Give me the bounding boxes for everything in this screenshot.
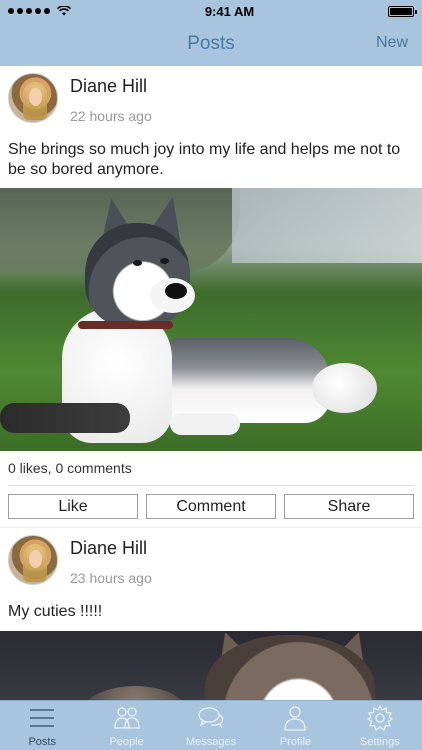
post-text: She brings so much joy into my life and …: [8, 141, 401, 178]
wifi-icon: [57, 6, 71, 16]
post-photo-husky[interactable]: [0, 188, 422, 451]
tab-bar: Posts People Messages Profile Settings: [0, 700, 422, 750]
new-post-button[interactable]: New: [376, 34, 408, 52]
author-name[interactable]: Diane Hill: [70, 76, 147, 97]
author-name[interactable]: Diane Hill: [70, 538, 147, 559]
tab-messages[interactable]: Messages: [169, 701, 253, 750]
post-stats: 0 likes, 0 comments: [8, 460, 132, 476]
post-photo-puppies[interactable]: [0, 631, 422, 700]
page-title: Posts: [187, 33, 235, 54]
post-actions: Like Comment Share: [0, 486, 422, 527]
post-header: Diane Hill 23 hours ago: [0, 528, 422, 594]
tab-label: Settings: [359, 736, 400, 748]
list-icon: [30, 709, 55, 727]
tab-label: Profile: [279, 736, 312, 748]
chat-bubbles-icon: [198, 707, 224, 729]
status-time: 9:41 AM: [204, 3, 255, 19]
gear-icon: [367, 705, 393, 731]
posts-feed[interactable]: Diane Hill 22 hours ago She brings so mu…: [0, 66, 422, 700]
person-icon: [284, 706, 307, 731]
comment-button[interactable]: Comment: [146, 494, 276, 519]
share-button[interactable]: Share: [284, 494, 414, 519]
tab-profile[interactable]: Profile: [253, 701, 337, 750]
tab-posts[interactable]: Posts: [0, 701, 84, 750]
post-timestamp: 23 hours ago: [70, 570, 152, 586]
avatar[interactable]: [8, 535, 58, 585]
status-bar: 9:41 AM: [0, 0, 422, 22]
post-timestamp: 22 hours ago: [70, 108, 152, 124]
navigation-bar: Posts New: [0, 22, 422, 66]
people-icon: [113, 707, 140, 729]
battery-icon: [388, 5, 417, 17]
post-header: Diane Hill 22 hours ago: [0, 66, 422, 132]
tab-label: Messages: [185, 736, 237, 748]
avatar[interactable]: [8, 73, 58, 123]
like-button[interactable]: Like: [8, 494, 138, 519]
cellular-signal-icon: [8, 6, 71, 16]
tab-settings[interactable]: Settings: [338, 701, 422, 750]
tab-label: People: [109, 736, 144, 748]
post-card: Diane Hill 23 hours ago My cuties !!!!!: [0, 528, 422, 700]
post-card: Diane Hill 22 hours ago She brings so mu…: [0, 66, 422, 527]
post-text: My cuties !!!!!: [8, 603, 103, 620]
tab-people[interactable]: People: [84, 701, 168, 750]
tab-label: Posts: [28, 736, 56, 748]
